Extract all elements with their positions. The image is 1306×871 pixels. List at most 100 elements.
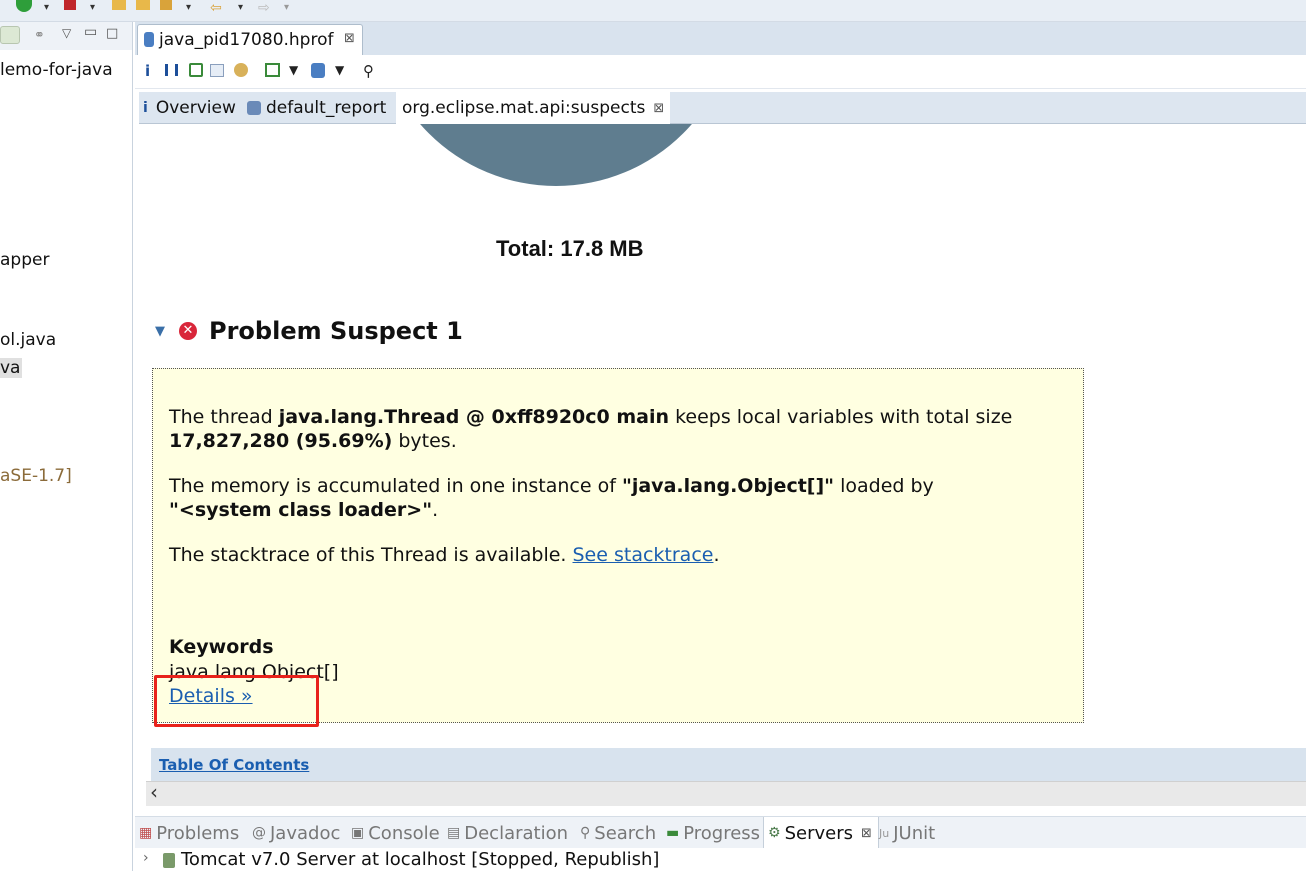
forward-icon[interactable]: ⇨ [258,0,270,16]
retained-size: 17,827,280 (95.69%) [169,430,393,452]
debug-icon[interactable] [64,0,76,10]
query-browser-icon[interactable] [265,63,280,77]
text: bytes. [392,430,457,452]
collapse-icon[interactable]: ▼ [155,324,165,339]
server-row[interactable]: › Tomcat v7.0 Server at localhost [Stopp… [135,848,1306,871]
tree-item-selected[interactable]: va [0,358,23,378]
text: The memory is accumulated in one instanc… [169,475,622,497]
tab-problems[interactable]: ▦ Problems [139,817,239,849]
close-icon[interactable]: ⊠ [653,101,664,116]
text: loaded by [834,475,934,497]
tab-console[interactable]: ▣ Console [351,817,440,849]
view-menu-icon[interactable]: ▽ [62,26,71,40]
suspect-description: The thread java.lang.Thread @ 0xff8920c0… [152,368,1084,723]
close-icon[interactable]: ⊠ [344,31,355,46]
main-toolbar: ▾ ▾ ▾ ⇦ ▾ ⇨ ▾ [0,0,1306,22]
expand-icon[interactable]: › [143,850,149,866]
dominator-tree-icon[interactable] [189,63,203,77]
run-icon[interactable] [16,0,32,12]
thread-paragraph: The thread java.lang.Thread @ 0xff8920c0… [169,405,1012,453]
tab-label: Console [368,822,440,844]
tab-label: Declaration [464,822,569,844]
dropdown-arrow-icon[interactable]: ▾ [44,2,49,13]
mat-toolbar: i ▼ ▼ ⚲ [135,55,1306,89]
dropdown-arrow-icon[interactable]: ▼ [335,63,344,77]
package-explorer-header: ⚭ ▽ ▭ □ [0,22,132,50]
server-label: Tomcat v7.0 Server at localhost [Stopped… [181,849,660,870]
tab-junit[interactable]: Ju JUnit [879,817,935,849]
wand-icon[interactable] [160,0,172,10]
horizontal-scrollbar[interactable]: ‹ [146,780,1306,806]
tab-servers[interactable]: ⚙ Servers ⊠ [763,817,879,849]
dropdown-arrow-icon[interactable]: ▾ [90,2,95,13]
tab-default-report[interactable]: default_report [247,92,386,124]
suspect-heading: ▼ ✕ Problem Suspect 1 [155,316,463,346]
servers-icon: ⚙ [768,825,781,841]
suspect-title: Problem Suspect 1 [209,317,463,345]
tab-label: Search [594,822,657,844]
heap-dump-icon [144,32,154,47]
report-tabbar: i Overview default_report org.eclipse.ma… [139,92,1306,124]
open-folder-icon[interactable] [112,0,126,10]
class-loader: "<system class loader>" [169,499,433,521]
tree-item[interactable]: ol.java [0,330,56,350]
class-name: "java.lang.Object[]" [621,475,835,497]
text: The stacktrace of this Thread is availab… [169,544,573,566]
search-icon[interactable]: ⚲ [363,62,374,80]
search-icon: ⚲ [580,825,591,841]
dropdown-arrow-icon[interactable]: ▾ [238,2,243,13]
minimize-icon[interactable]: ▭ [84,24,97,40]
tab-search[interactable]: ⚲ Search [580,817,656,849]
tab-declaration[interactable]: ▤ Declaration [447,817,568,849]
tree-item-project[interactable]: lemo-for-java [0,60,113,80]
dropdown-arrow-icon[interactable]: ▾ [186,2,191,13]
dropdown-arrow-icon[interactable]: ▼ [289,63,298,77]
server-icon [163,853,175,868]
memory-paragraph: The memory is accumulated in one instanc… [169,474,934,522]
tab-suspects-label: org.eclipse.mat.api:suspects [402,98,646,118]
progress-icon: ▬ [666,825,680,841]
tab-overview[interactable]: i Overview [143,92,236,124]
tree-item[interactable]: apper [0,250,49,270]
oql-icon[interactable] [210,64,224,77]
editor-tab-hprof[interactable]: java_pid17080.hprof ⊠ [137,24,363,55]
info-icon[interactable]: i [145,62,150,80]
tree-item-jre[interactable]: aSE-1.7] [0,466,72,486]
thread-overview-icon[interactable] [234,63,248,77]
table-of-contents-link[interactable]: Table Of Contents [159,756,309,774]
maximize-icon[interactable]: □ [106,26,118,41]
tab-suspects[interactable]: org.eclipse.mat.api:suspects ⊠ [396,92,671,124]
console-icon: ▣ [351,825,365,841]
back-icon[interactable]: ⇦ [210,0,222,16]
text: keeps local variables with total size [669,406,1013,428]
stacktrace-paragraph: The stacktrace of this Thread is availab… [169,543,720,567]
keywords-label: Keywords [169,636,274,658]
histogram-icon[interactable] [165,64,178,76]
package-explorer: ⚭ ▽ ▭ □ lemo-for-java apper ol.java va a… [0,22,133,871]
scroll-left-icon[interactable]: ‹ [150,780,158,804]
highlight-box [154,675,319,727]
text: . [713,544,720,566]
tab-label: Progress [683,822,761,844]
dropdown-arrow-icon[interactable]: ▾ [284,2,289,13]
close-icon[interactable]: ⊠ [861,826,872,841]
editor-tab-label: java_pid17080.hprof [159,30,334,50]
toc-bar: Table Of Contents [151,748,1306,781]
javadoc-icon: @ [252,825,266,841]
text: The thread [169,406,279,428]
link-editor-icon[interactable]: ⚭ [34,28,45,43]
tab-label: Javadoc [270,822,341,844]
tab-label: Servers [784,822,853,844]
report-icon [247,101,261,115]
tab-label: JUnit [893,822,936,844]
declaration-icon: ▤ [447,825,461,841]
junit-icon: Ju [879,826,890,840]
open-folder-icon[interactable] [136,0,150,10]
pie-chart [376,124,736,186]
see-stacktrace-link[interactable]: See stacktrace [573,544,714,566]
collapse-all-icon[interactable] [0,26,20,44]
tab-progress[interactable]: ▬ Progress [666,817,760,849]
tab-javadoc[interactable]: @ Javadoc [252,817,340,849]
text: . [432,499,439,521]
heap-dump-overview-icon[interactable] [311,63,325,78]
